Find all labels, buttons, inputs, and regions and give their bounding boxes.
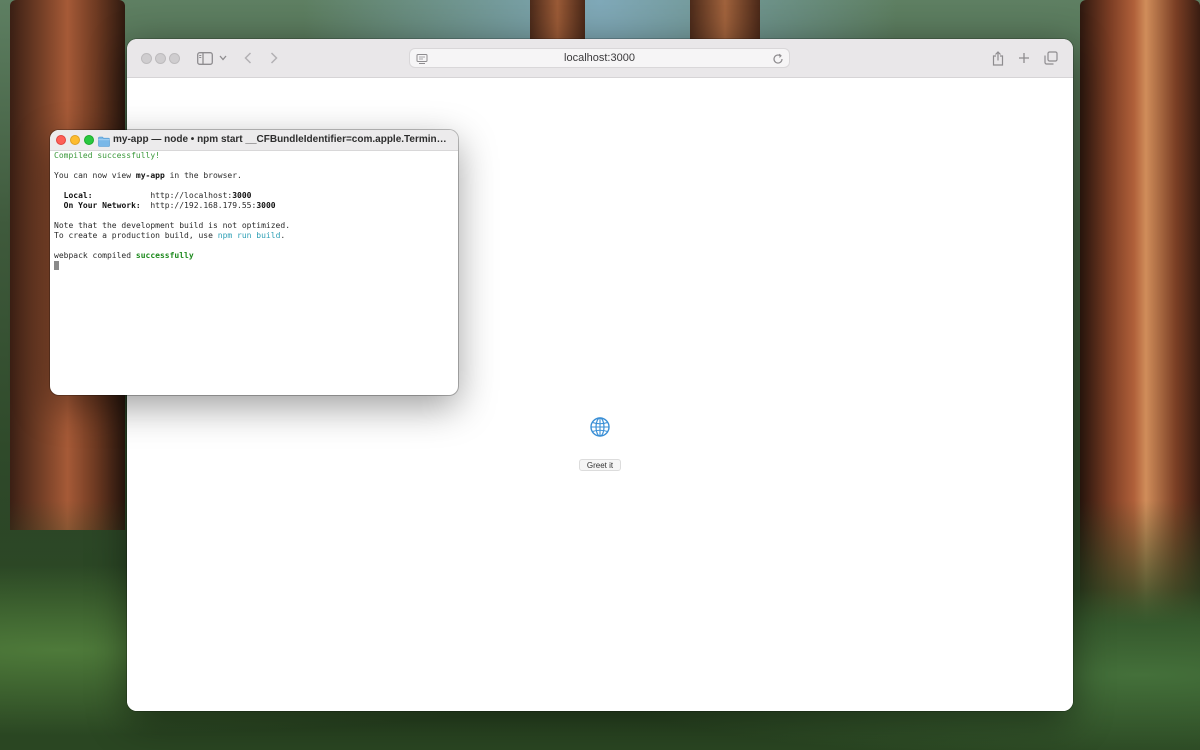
folder-icon xyxy=(98,134,110,147)
reload-icon[interactable] xyxy=(772,52,784,64)
webpack-status: successfully xyxy=(135,251,194,260)
terminal-line xyxy=(54,261,454,271)
terminal-line: webpack compiled successfully xyxy=(54,251,454,261)
minimize-button[interactable] xyxy=(70,135,80,145)
forward-icon[interactable] xyxy=(266,48,282,68)
network-url-prefix: http://192.168.179.55: xyxy=(150,201,257,210)
create-prefix: To create a production build, use xyxy=(54,231,218,240)
local-url-prefix: http://localhost: xyxy=(150,191,233,200)
close-button[interactable] xyxy=(141,53,152,64)
maximize-button[interactable] xyxy=(169,53,180,64)
terminal-titlebar[interactable]: my-app — node • npm start __CFBundleIden… xyxy=(50,130,458,151)
greet-button[interactable]: Greet it xyxy=(579,459,621,471)
tree-trunk-top-a xyxy=(530,0,585,40)
terminal-line: To create a production build, use npm ru… xyxy=(54,231,454,241)
network-label: On Your Network: xyxy=(63,201,141,210)
terminal-window: my-app — node • npm start __CFBundleIden… xyxy=(50,130,458,395)
compiled-message: Compiled successfully! xyxy=(54,151,160,160)
globe-icon xyxy=(589,416,611,438)
tree-trunk-top-b xyxy=(690,0,760,40)
share-icon[interactable] xyxy=(989,48,1007,68)
build-command: npm run build xyxy=(217,231,281,240)
new-tab-icon[interactable] xyxy=(1015,48,1033,68)
local-label: Local: xyxy=(63,191,93,200)
create-suffix: . xyxy=(280,231,286,240)
terminal-output[interactable]: Compiled successfully! You can now view … xyxy=(54,151,454,271)
webpack-prefix: webpack compiled xyxy=(54,251,136,260)
chevron-down-icon[interactable] xyxy=(217,48,229,68)
view-prefix: You can now view xyxy=(54,171,136,180)
minimize-button[interactable] xyxy=(155,53,166,64)
sidebar-icon[interactable] xyxy=(195,48,215,68)
address-bar[interactable]: localhost:3000 xyxy=(409,48,790,68)
terminal-line: On Your Network: http://192.168.179.55:3… xyxy=(54,201,454,211)
tab-overview-icon[interactable] xyxy=(1042,48,1060,68)
view-suffix: in the browser. xyxy=(164,171,242,180)
terminal-line: You can now view my-app in the browser. xyxy=(54,171,454,181)
terminal-title: my-app — node • npm start __CFBundleIden… xyxy=(113,134,448,145)
back-icon[interactable] xyxy=(240,48,256,68)
close-button[interactable] xyxy=(56,135,66,145)
terminal-line: Compiled successfully! xyxy=(54,151,454,161)
terminal-line: Note that the development build is not o… xyxy=(54,221,454,231)
note-text: Note that the development build is not o… xyxy=(54,221,291,230)
terminal-cursor xyxy=(54,261,59,270)
app-name: my-app xyxy=(135,171,165,180)
address-url: localhost:3000 xyxy=(564,52,635,64)
maximize-button[interactable] xyxy=(84,135,94,145)
browser-toolbar: localhost:3000 xyxy=(127,39,1073,78)
local-port: 3000 xyxy=(232,191,252,200)
network-port: 3000 xyxy=(256,201,276,210)
terminal-line: Local: http://localhost:3000 xyxy=(54,191,454,201)
